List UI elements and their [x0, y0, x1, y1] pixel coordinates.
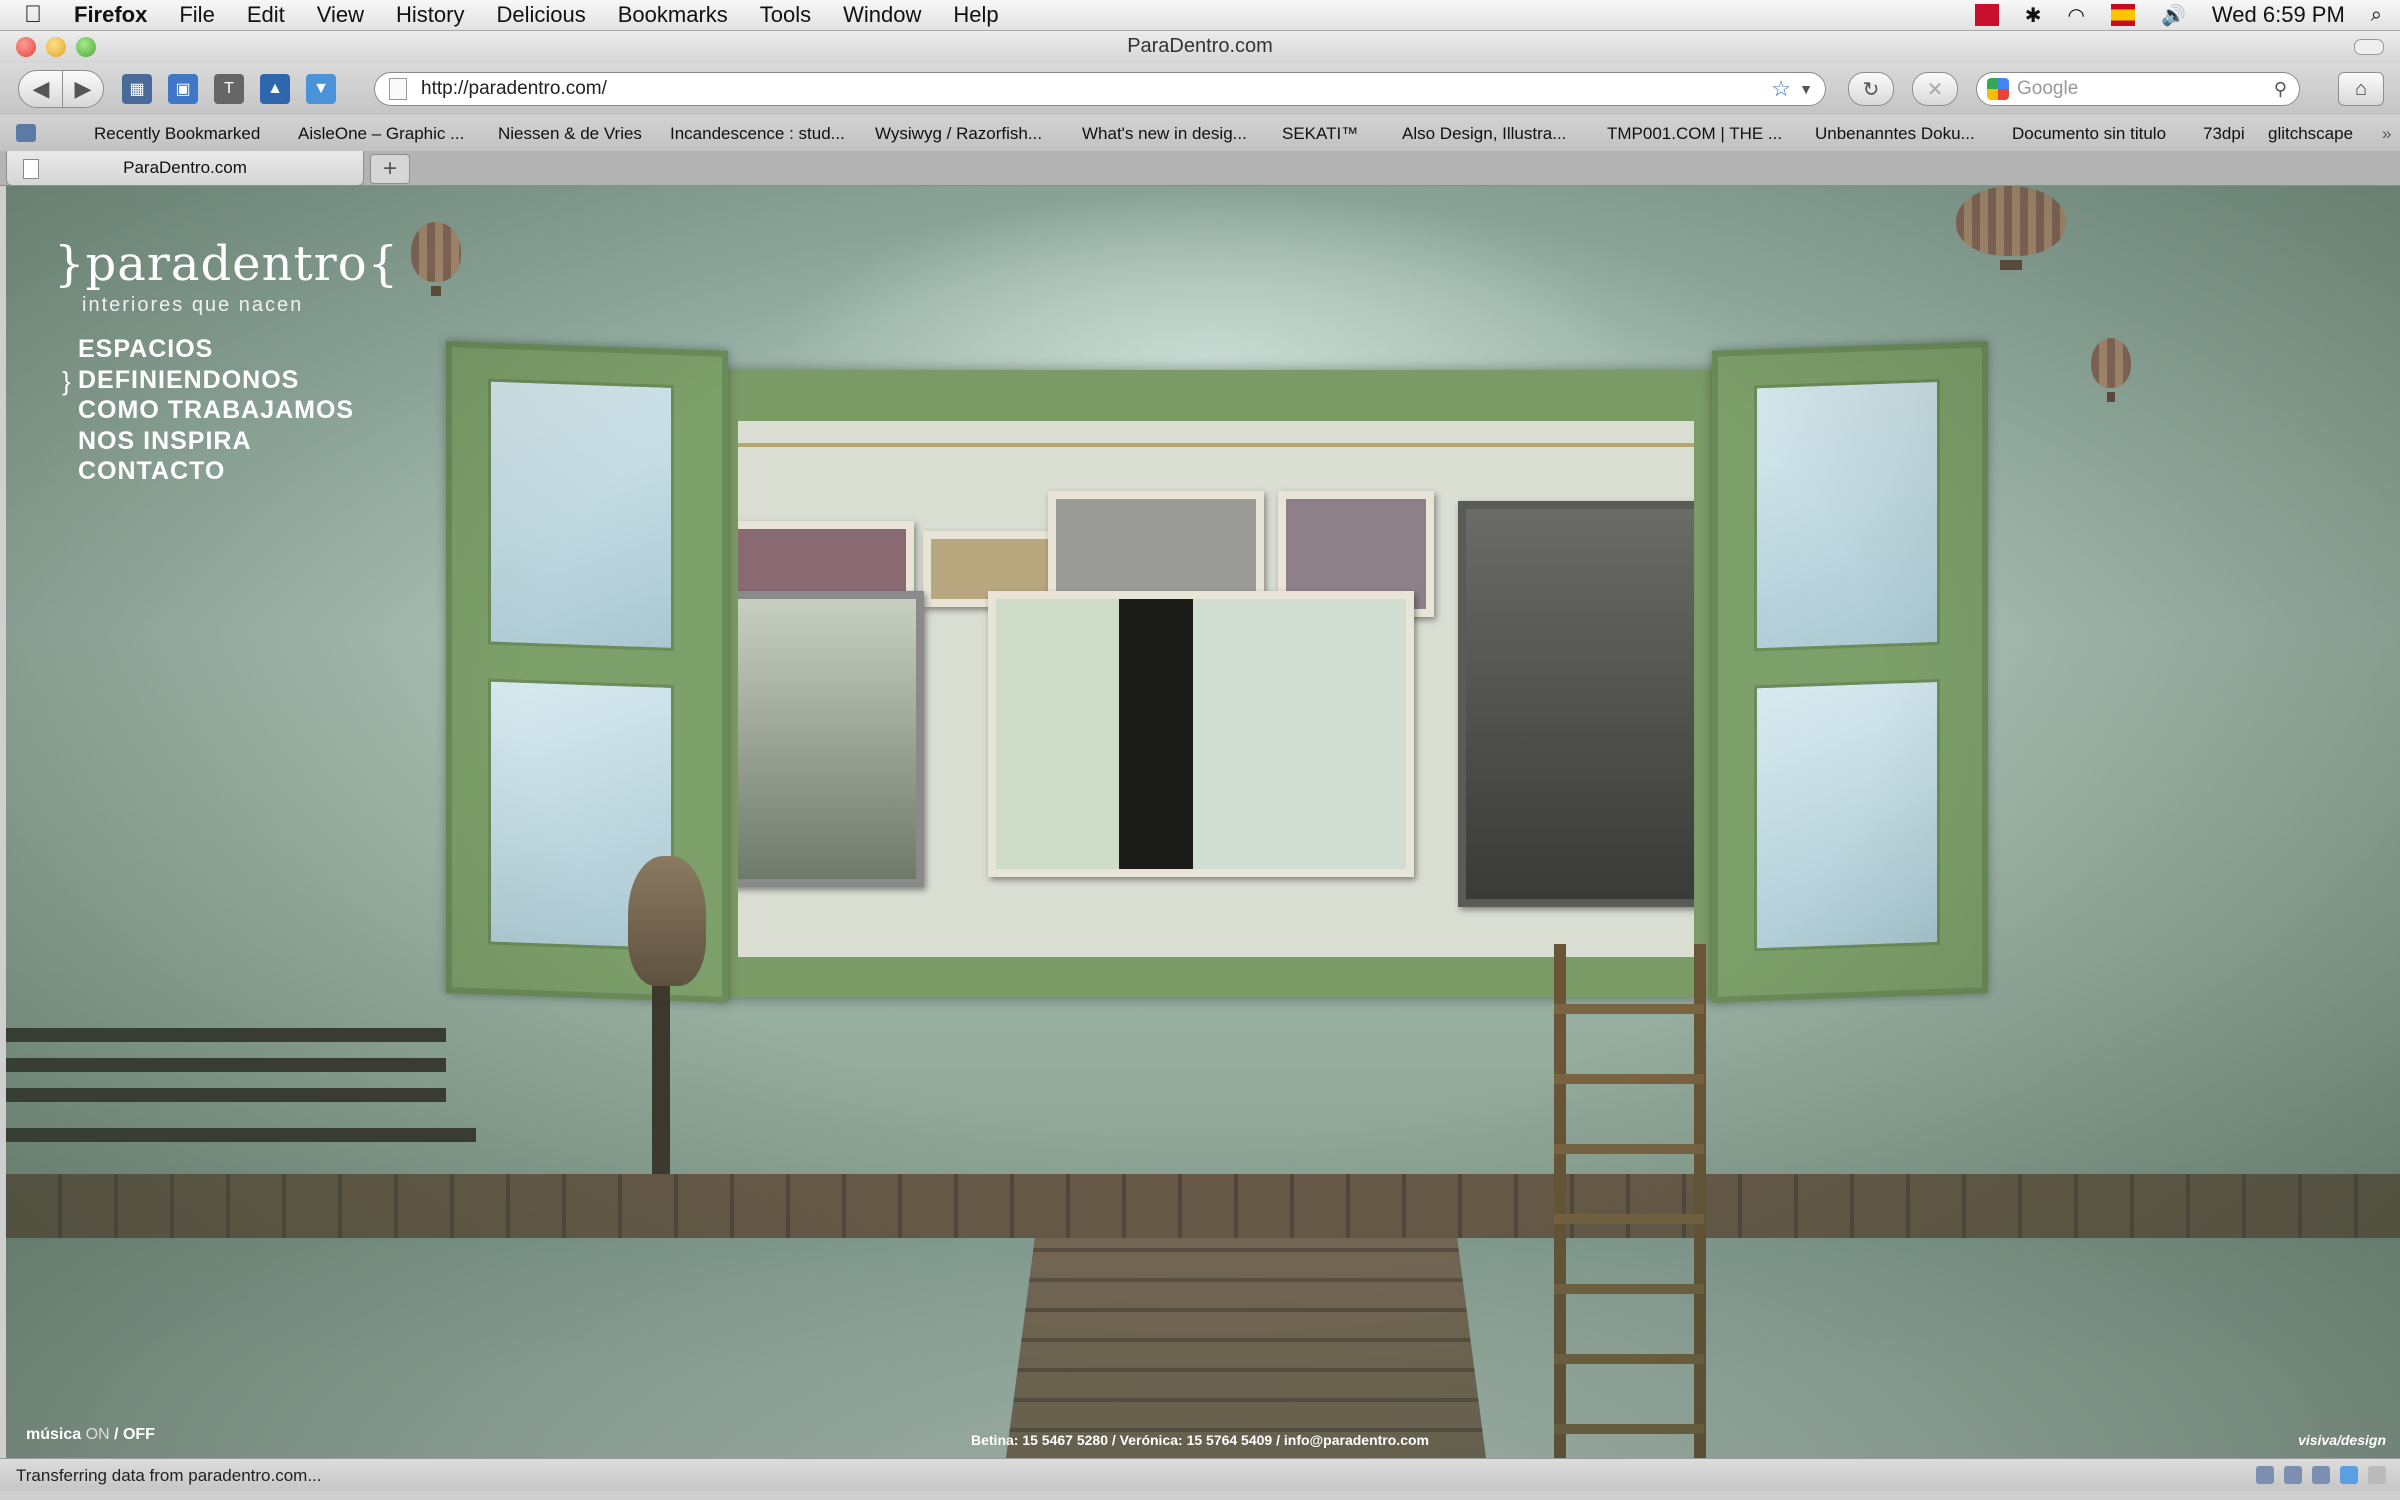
forward-arrow-icon: ▶: [74, 76, 92, 101]
forward-button[interactable]: ▶: [62, 70, 104, 108]
url-dropdown-icon[interactable]: ▼: [1799, 81, 1813, 97]
google-engine-icon[interactable]: [1987, 78, 2009, 100]
menubar-status-area: ✱ ◠ 🔊 Wed 6:59 PM ⌕: [1974, 0, 2382, 30]
menu-delicious[interactable]: Delicious: [496, 2, 585, 28]
bookmark-item[interactable]: What's new in desig...: [1082, 124, 1247, 144]
tab-label: ParaDentro.com: [123, 158, 247, 177]
menu-file[interactable]: File: [179, 2, 214, 28]
bluetooth-icon[interactable]: ✱: [2025, 3, 2042, 28]
stop-button[interactable]: ✕: [1912, 72, 1958, 106]
contact-info[interactable]: Betina: 15 5467 5280 / Verónica: 15 5764…: [971, 1432, 1429, 1448]
search-placeholder[interactable]: Google: [2017, 78, 2078, 100]
home-button[interactable]: ⌂: [2338, 72, 2384, 106]
menu-bookmarks[interactable]: Bookmarks: [618, 2, 728, 28]
bookmarks-menu-icon[interactable]: [16, 124, 36, 142]
home-icon: ⌂: [2354, 77, 2368, 100]
nav-contacto[interactable]: CONTACTO: [78, 456, 354, 487]
page-favicon-icon: [23, 159, 39, 179]
bookmark-item[interactable]: Niessen & de Vries: [498, 124, 642, 144]
nav-espacios[interactable]: ESPACIOS: [78, 334, 354, 365]
reload-button[interactable]: ↻: [1848, 72, 1894, 106]
plus-icon: +: [382, 155, 397, 182]
back-button[interactable]: ◀: [18, 70, 64, 108]
menu-edit[interactable]: Edit: [247, 2, 285, 28]
web-page: }paradentro{ interiores que nacen } ESPA…: [6, 186, 2400, 1458]
nav-active-marker: }: [62, 366, 71, 396]
delicious-addon-icon[interactable]: ▲: [260, 74, 290, 104]
reload-icon: ↻: [1862, 78, 1880, 101]
bookmarks-overflow-chevron-icon[interactable]: »: [2382, 124, 2391, 144]
bookmark-star-icon[interactable]: ☆: [1771, 76, 1791, 102]
music-on-button[interactable]: ON: [86, 1426, 110, 1443]
new-tab-button[interactable]: +: [370, 154, 410, 184]
music-toggle: música ON / OFF: [26, 1426, 155, 1444]
menu-history[interactable]: History: [396, 2, 464, 28]
tag-addon-icon[interactable]: T: [214, 74, 244, 104]
search-bar[interactable]: Google ⚲: [1976, 72, 2300, 106]
bookmark-item[interactable]: Recently Bookmarked: [94, 124, 260, 144]
menu-app-name[interactable]: Firefox: [74, 2, 147, 28]
mail-status-icon[interactable]: [2312, 1466, 2330, 1484]
status-message: Transferring data from paradentro.com...: [16, 1466, 322, 1485]
menu-help[interactable]: Help: [953, 2, 998, 28]
menu-window[interactable]: Window: [843, 2, 921, 28]
resize-grip-icon[interactable]: [2368, 1466, 2386, 1484]
bookmark-item[interactable]: glitchscape: [2268, 124, 2353, 144]
tab-paradentro[interactable]: ParaDentro.com: [6, 151, 364, 186]
navigation-toolbar: ◀ ▶ ▦ ▣ T ▲ ▼ http://paradentro.com/ ☆ ▼…: [0, 63, 2400, 115]
bookmark-item[interactable]: Wysiwyg / Razorfish...: [875, 124, 1042, 144]
bookmark-item[interactable]: Incandescence : stud...: [670, 124, 845, 144]
save-addon-icon[interactable]: ▣: [168, 74, 198, 104]
site-tagline: interiores que nacen: [82, 294, 304, 316]
search-icon[interactable]: ⚲: [2274, 79, 2287, 100]
nav-definiendonos[interactable]: DEFINIENDONOS: [78, 365, 354, 396]
spanish-flag-input-icon[interactable]: [2111, 4, 2135, 26]
nav-como-trabajamos[interactable]: COMO TRABAJAMOS: [78, 395, 354, 426]
menubar-clock[interactable]: Wed 6:59 PM: [2212, 2, 2345, 28]
window-titlebar: ParaDentro.com: [0, 31, 2400, 63]
download-status-icon[interactable]: [2340, 1466, 2358, 1484]
site-navigation: ESPACIOS DEFINIENDONOS COMO TRABAJAMOS N…: [78, 334, 354, 487]
nav-nos-inspira[interactable]: NOS INSPIRA: [78, 426, 354, 457]
design-credit-link[interactable]: visiva/design: [2298, 1432, 2386, 1448]
spotlight-search-icon[interactable]: ⌕: [2371, 4, 2382, 27]
addon-status-icon[interactable]: [2256, 1466, 2274, 1484]
menubar:  Firefox File Edit View History Delicio…: [0, 0, 2400, 31]
toolbar-toggle-button[interactable]: [2354, 39, 2384, 55]
bookmark-item[interactable]: Documento sin titulo: [2012, 124, 2166, 144]
volume-icon[interactable]: 🔊: [2161, 3, 2186, 28]
music-separator: /: [109, 1426, 123, 1443]
status-app-icon[interactable]: [1974, 4, 1999, 26]
menu-view[interactable]: View: [317, 2, 364, 28]
url-bar[interactable]: http://paradentro.com/ ☆ ▼: [374, 72, 1826, 106]
wifi-icon[interactable]: ◠: [2068, 3, 2085, 28]
bookmarks-toolbar: Recently Bookmarked AisleOne – Graphic .…: [0, 115, 2400, 152]
bookmark-item[interactable]: Unbenanntes Doku...: [1815, 124, 1975, 144]
stop-icon: ✕: [1926, 78, 1944, 101]
music-off-button[interactable]: OFF: [123, 1426, 155, 1443]
tab-strip: ParaDentro.com +: [0, 151, 2400, 186]
site-logo[interactable]: }paradentro{: [54, 236, 399, 292]
addon-status-icon[interactable]: [2284, 1466, 2302, 1484]
bookmark-item[interactable]: SEKATI™: [1282, 124, 1358, 144]
menu-tools[interactable]: Tools: [760, 2, 811, 28]
url-text[interactable]: http://paradentro.com/: [421, 78, 607, 100]
download-arrow-icon[interactable]: ▼: [306, 74, 336, 104]
page-icon: [389, 78, 407, 100]
back-arrow-icon: ◀: [32, 76, 50, 101]
bookmark-item[interactable]: Also Design, Illustra...: [1402, 124, 1566, 144]
status-bar: Transferring data from paradentro.com...: [0, 1458, 2400, 1491]
bookmark-item[interactable]: 73dpi: [2203, 124, 2245, 144]
window-title: ParaDentro.com: [1127, 35, 1273, 57]
status-addon-icons: [2256, 1466, 2386, 1484]
bookmark-item[interactable]: AisleOne – Graphic ...: [298, 124, 464, 144]
bookmark-item[interactable]: TMP001.COM | THE ...: [1607, 124, 1782, 144]
music-label: música: [26, 1426, 82, 1443]
apple-icon[interactable]: : [24, 1, 52, 29]
page-vignette: [6, 186, 2400, 1458]
grid-addon-icon[interactable]: ▦: [122, 74, 152, 104]
